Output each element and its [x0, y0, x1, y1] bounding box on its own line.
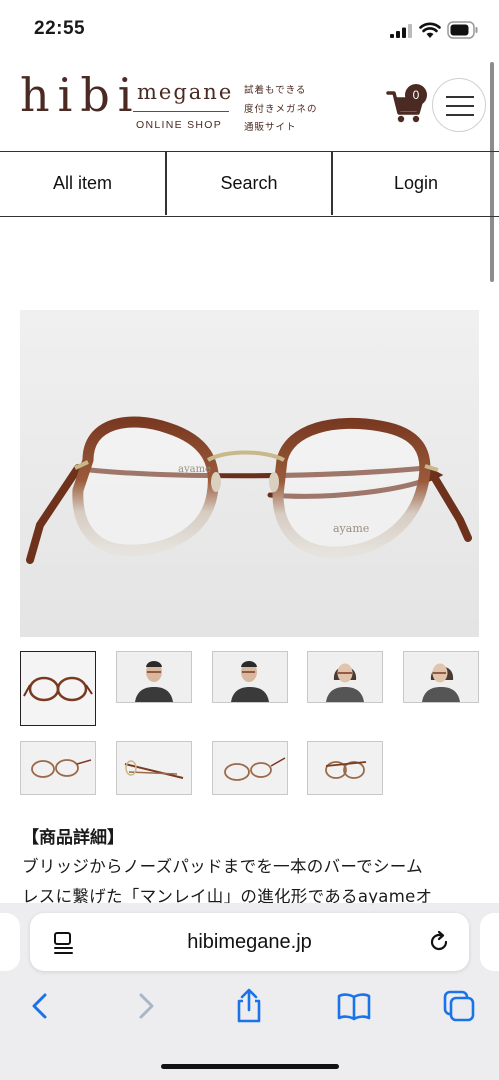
eyeglasses-photo: ayame ayame	[20, 310, 479, 637]
glasses-thumb-icon	[325, 761, 367, 779]
menu-bar-icon	[446, 96, 474, 98]
share-icon[interactable]	[231, 988, 267, 1024]
thumbnail-model-man-front[interactable]	[116, 651, 192, 703]
thumbnail-glasses-tilt[interactable]	[212, 741, 288, 795]
main-image-lens-mark: ayame	[333, 522, 369, 535]
person-thumb-icon	[213, 652, 287, 702]
tabs-icon[interactable]	[441, 988, 477, 1024]
thumbnail-glasses-folded[interactable]	[307, 741, 383, 795]
hamburger-menu-button[interactable]	[432, 78, 486, 132]
logo-megane[interactable]: megane	[137, 80, 233, 104]
home-indicator[interactable]	[161, 1064, 339, 1069]
logo-hibi[interactable]: hibi	[20, 72, 141, 118]
thumbnail-model-woman-front[interactable]	[307, 651, 383, 703]
glasses-thumb-icon	[224, 757, 286, 781]
reload-icon[interactable]	[427, 930, 451, 954]
product-detail-line: ブリッジからノーズパッドまでを一本のバーでシーム	[22, 857, 423, 876]
tagline-line-3: 通販サイト	[244, 122, 297, 133]
next-tab-card[interactable]	[480, 913, 499, 971]
thumbnail-glasses-side[interactable]	[116, 741, 192, 795]
cellular-signal-icon	[390, 24, 412, 38]
status-time: 22:55	[34, 18, 86, 39]
tagline-line-2: 度付きメガネの	[244, 103, 318, 115]
glasses-thumb-icon	[23, 676, 93, 702]
nav-all-item[interactable]: All item	[0, 152, 165, 215]
person-thumb-icon	[308, 652, 382, 702]
nav-search[interactable]: Search	[166, 152, 332, 215]
nav-login[interactable]: Login	[333, 152, 499, 215]
logo-online-shop[interactable]: ONLINE SHOP	[136, 119, 222, 131]
forward-icon[interactable]	[128, 988, 164, 1024]
prev-tab-card[interactable]	[0, 913, 20, 971]
thumbnail-glasses-angle[interactable]	[20, 741, 96, 795]
product-detail-heading: 【商品詳細】	[22, 828, 124, 848]
bookmarks-icon[interactable]	[336, 988, 372, 1024]
thumbnail-model-woman-side[interactable]	[403, 651, 479, 703]
wifi-icon	[419, 22, 441, 38]
glasses-thumb-icon	[124, 760, 184, 779]
tagline-line-1: 試着もできる	[244, 85, 307, 96]
status-bar: 22:55	[0, 0, 499, 62]
glasses-thumb-icon	[31, 759, 92, 778]
url-text[interactable]: hibimegane.jp	[30, 931, 469, 954]
thumbnail-model-man-side[interactable]	[212, 651, 288, 703]
address-bar[interactable]: hibimegane.jp	[30, 913, 469, 971]
person-thumb-icon	[404, 652, 478, 702]
main-image-brand-mark: ayame	[178, 464, 211, 475]
menu-bar-icon	[446, 114, 474, 116]
menu-bar-icon	[446, 105, 474, 107]
main-nav: All item Search Login	[0, 151, 499, 217]
cart-count-badge: 0	[405, 84, 427, 106]
back-icon[interactable]	[22, 988, 58, 1024]
thumbnail-glasses-front[interactable]	[20, 651, 96, 726]
person-thumb-icon	[117, 652, 191, 702]
battery-icon	[447, 21, 478, 39]
site-tagline: 試着もできる 度付きメガネの 通販サイト	[244, 82, 318, 138]
product-main-image[interactable]: ayame ayame	[20, 310, 479, 637]
logo-divider	[133, 111, 229, 112]
